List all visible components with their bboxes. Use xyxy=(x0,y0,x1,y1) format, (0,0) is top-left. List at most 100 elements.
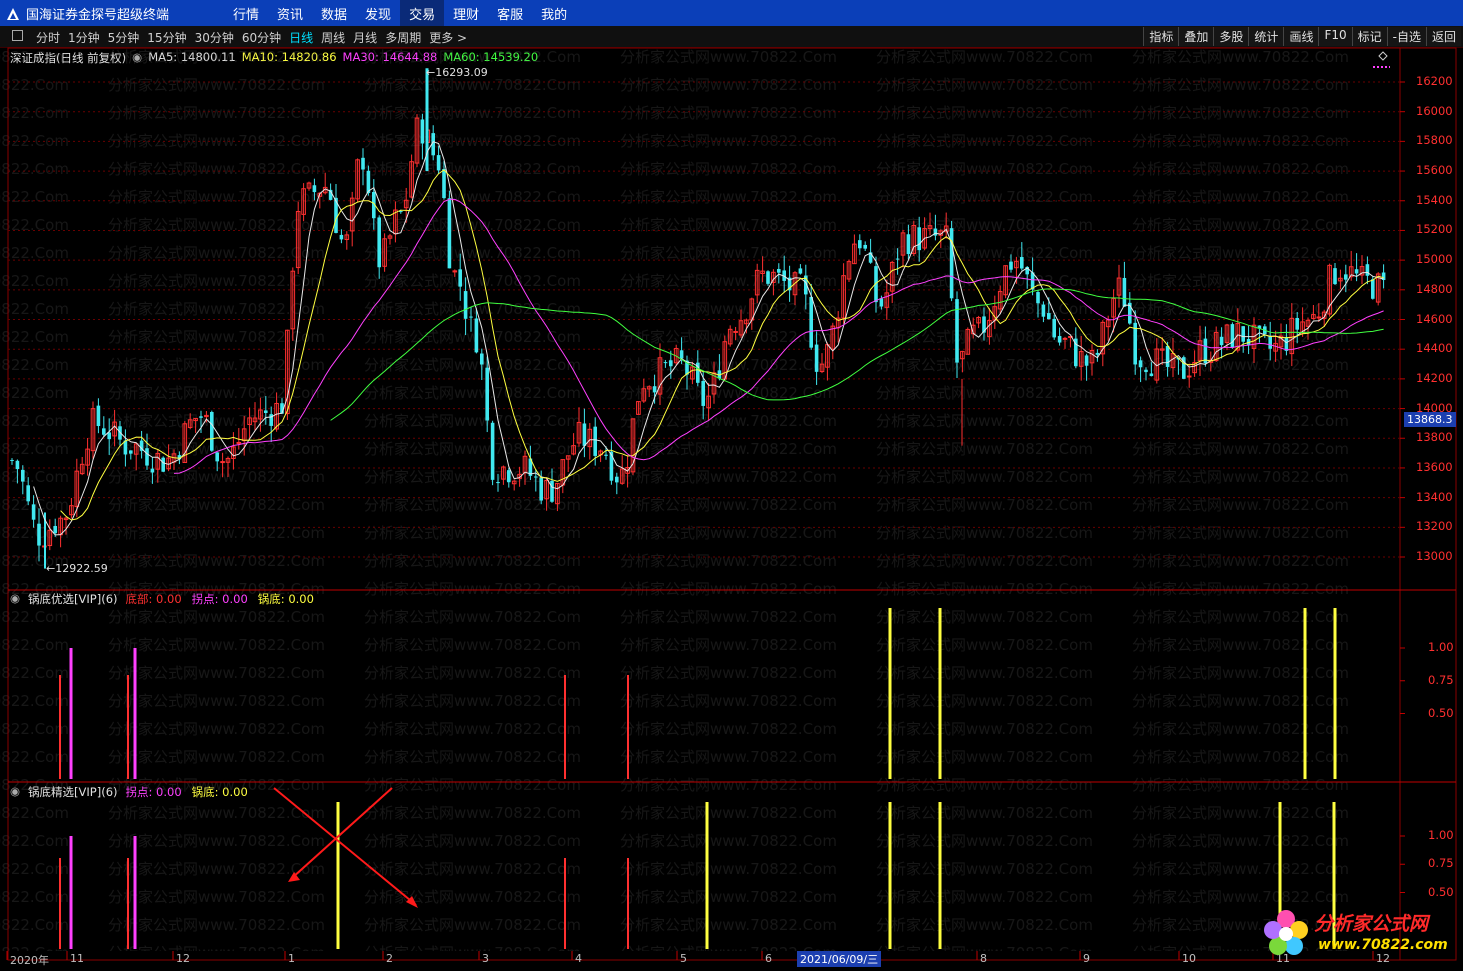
date-tick-label-8: 6 xyxy=(765,952,772,965)
date-tick-label-2: 12 xyxy=(176,952,190,965)
candle-body xyxy=(96,405,101,427)
candle-body xyxy=(442,168,446,199)
candle-body xyxy=(766,271,770,284)
cross-mark-stroke-2 xyxy=(291,787,393,879)
price-tick-label-10: 14200 xyxy=(1416,370,1453,385)
candle-body xyxy=(1057,336,1062,343)
sub1-tick-label-0: 1.00 xyxy=(1428,640,1454,654)
candle-body xyxy=(663,362,668,364)
candle-body xyxy=(1138,360,1143,368)
candle-body xyxy=(447,198,452,269)
candle-body xyxy=(1009,261,1013,270)
candle-body xyxy=(1095,352,1100,355)
kline-chart[interactable] xyxy=(0,0,1463,971)
diamond-icon xyxy=(1378,51,1388,61)
candle-body xyxy=(895,258,900,260)
candle-body xyxy=(102,428,106,435)
candle-body xyxy=(1020,257,1024,269)
brand-name: 分析家公式网 xyxy=(1314,913,1429,935)
candle-body xyxy=(1144,369,1148,373)
candle-body xyxy=(1052,318,1056,338)
candle-body xyxy=(1333,268,1337,285)
date-tick-label-10: 8 xyxy=(980,952,987,965)
candle-body xyxy=(377,217,381,268)
candle-body xyxy=(1295,317,1299,330)
candle-body xyxy=(534,476,538,478)
candle-body xyxy=(480,353,484,365)
candle-body xyxy=(679,350,684,359)
candle-body xyxy=(1165,345,1170,367)
candle-body xyxy=(1354,269,1359,274)
candle-body xyxy=(199,416,203,418)
candle-body xyxy=(539,477,543,501)
candle-body xyxy=(1149,373,1154,377)
candle-body xyxy=(1268,336,1272,349)
date-tick-label-0: 2020年 xyxy=(10,954,49,967)
date-tick-label-4: 2 xyxy=(386,952,393,965)
candle-body xyxy=(220,461,225,464)
ma30-line xyxy=(173,198,1384,474)
candle-body xyxy=(1062,337,1068,340)
candle-body xyxy=(1186,375,1192,378)
date-tick-label-3: 1 xyxy=(288,952,295,965)
candle-body xyxy=(361,157,365,170)
cursor-date-badge: 2021/06/09/三 xyxy=(797,951,882,967)
candle-body xyxy=(37,523,41,546)
candle-body xyxy=(21,469,25,482)
date-tick-label-1: 11 xyxy=(70,952,84,965)
max-price-label: ←16293.09 xyxy=(426,66,488,79)
brand-url: www.70822.com xyxy=(1318,937,1448,953)
brand-logo: 分析家公式网 www.70822.com xyxy=(1258,905,1458,965)
sub1-tick-label-1: 0.75 xyxy=(1428,672,1454,687)
candle-body xyxy=(593,426,597,456)
candle-body xyxy=(582,423,587,446)
candle-body xyxy=(777,268,781,273)
price-tick-label-15: 13200 xyxy=(1416,519,1453,534)
candle-body xyxy=(798,268,803,274)
candle-body xyxy=(1316,316,1322,319)
candle-body xyxy=(215,452,219,462)
candle-body xyxy=(863,244,867,249)
candle-body xyxy=(339,234,344,240)
candle-body xyxy=(15,460,20,470)
price-tick-label-4: 15400 xyxy=(1416,192,1453,207)
candle-body xyxy=(210,412,214,451)
candle-body xyxy=(955,299,959,363)
price-tick-label-9: 14400 xyxy=(1416,341,1453,356)
candle-body xyxy=(161,457,165,472)
candle-body xyxy=(1365,264,1370,276)
candle-body xyxy=(906,234,911,255)
price-tick-label-14: 13400 xyxy=(1416,489,1453,504)
price-tick-label-0: 16200 xyxy=(1416,74,1453,88)
candle-body xyxy=(701,381,705,406)
candle-body xyxy=(129,450,133,454)
candle-body xyxy=(458,269,462,287)
date-tick-label-12: 10 xyxy=(1182,952,1196,965)
candle-body xyxy=(1047,313,1051,320)
candle-body xyxy=(107,432,111,440)
sub2-tick-label-2: 0.50 xyxy=(1428,884,1454,899)
candle-body xyxy=(1371,279,1375,299)
candle-body xyxy=(31,504,36,520)
candle-body xyxy=(312,185,317,193)
candle-body xyxy=(1084,355,1089,366)
candle-body xyxy=(615,476,619,483)
candle-body xyxy=(1041,304,1046,317)
candle-body xyxy=(420,119,425,144)
price-tick-label-13: 13600 xyxy=(1416,459,1453,474)
date-tick-label-7: 5 xyxy=(680,952,687,965)
candle-body xyxy=(10,459,14,461)
cross-mark-stroke-1 xyxy=(273,787,417,906)
sub1-tick-label-2: 0.50 xyxy=(1428,705,1454,720)
candle-body xyxy=(1241,326,1245,342)
flower-logo-icon xyxy=(1264,910,1308,955)
max-price-value: 16293.09 xyxy=(435,66,488,79)
sub2-tick-label-1: 0.75 xyxy=(1428,856,1454,871)
candle-body xyxy=(1122,277,1127,307)
candle-body xyxy=(463,291,468,319)
candle-body xyxy=(917,227,921,251)
candle-body xyxy=(652,386,657,393)
date-tick-label-5: 3 xyxy=(482,952,489,965)
candle-body xyxy=(1133,322,1137,365)
candle-body xyxy=(436,155,441,171)
